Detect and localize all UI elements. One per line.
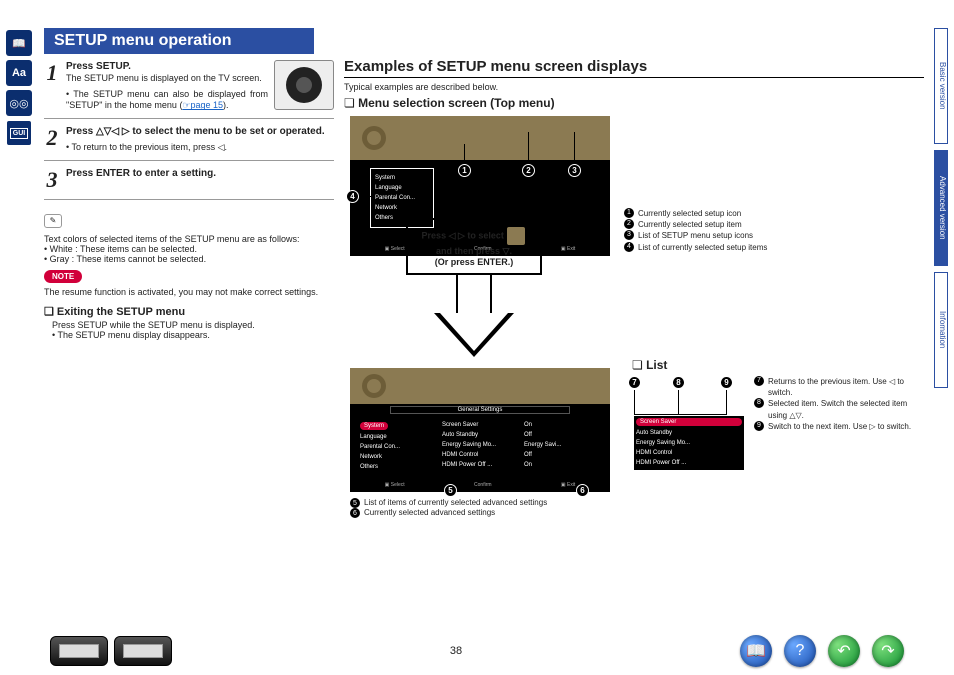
pencil-icon: ✎ [44, 214, 62, 228]
legend-4: List of currently selected setup items [638, 242, 767, 253]
note-badge: NOTE [44, 270, 82, 283]
marker-5: 5 [444, 484, 457, 497]
back-button[interactable]: ↶ [828, 635, 860, 667]
legend-num-2: 2 [624, 219, 634, 229]
legend-5: List of items of currently selected adva… [364, 498, 547, 508]
marker-1: 1 [458, 164, 471, 177]
arrow-line-2: and then press ▽. [436, 246, 512, 256]
general-settings-screenshot: General Settings System Language Parenta… [350, 368, 610, 518]
device-button-1[interactable] [50, 636, 108, 666]
step-1-head: Press SETUP. [66, 61, 131, 72]
legend-num-4: 4 [624, 242, 634, 252]
page-ref-link[interactable]: ☞page 15 [182, 100, 223, 110]
reel-icon[interactable]: ◎◎ [6, 90, 32, 116]
legend-8: Selected item. Switch the selected item … [768, 398, 924, 420]
step-1-number: 1 [44, 60, 60, 112]
book-button[interactable]: 📖 [740, 635, 772, 667]
step-2-bullet: To return to the previous item, press ◁. [72, 142, 228, 152]
tab-basic[interactable]: Basic version [934, 28, 948, 144]
list-heading: List [632, 358, 667, 372]
gear-square-icon [506, 226, 526, 246]
gear-icon [362, 374, 386, 398]
legend-num-1: 1 [624, 208, 634, 218]
left-icon-rail: 📖 Aa ◎◎ GUI [6, 30, 38, 146]
tab-advanced[interactable]: Advanced version [934, 150, 948, 266]
colors-note-intro: Text colors of selected items of the SET… [44, 234, 299, 244]
step-3-head: Press ENTER to enter a setting. [66, 168, 216, 179]
step-1-body: The SETUP menu is displayed on the TV sc… [66, 73, 262, 83]
marker-6: 6 [576, 484, 589, 497]
marker-2: 2 [522, 164, 535, 177]
gui-icon[interactable]: GUI [6, 120, 32, 146]
exiting-line-1: Press SETUP while the SETUP menu is disp… [52, 320, 255, 330]
menu-selection-heading: Menu selection screen (Top menu) [344, 96, 924, 110]
arrow-callout: Press ◁ ▷ to select and then press ▽. (O… [344, 218, 604, 359]
gear-icon [362, 126, 386, 150]
remote-illustration [274, 60, 334, 110]
col3: On Off Energy Savi... Off On [524, 420, 600, 472]
examples-heading: Examples of SETUP menu screen displays [344, 58, 924, 78]
colors-note-gray: • Gray : These items cannot be selected. [44, 254, 206, 264]
step-1-bullet-end: ). [223, 100, 229, 110]
marker-4: 4 [346, 190, 359, 203]
legend-2: Currently selected setup item [638, 219, 742, 230]
tab-information[interactable]: Infomation [934, 272, 948, 388]
examples-sub: Typical examples are described below. [344, 82, 924, 92]
page-number: 38 [450, 645, 462, 657]
col1: System Language Parental Con... Network … [360, 420, 436, 472]
step-2-number: 2 [44, 125, 60, 154]
divider [44, 199, 334, 200]
legend-7: Returns to the previous item. Use ◁ to s… [768, 376, 924, 398]
legend-1: Currently selected setup icon [638, 208, 741, 219]
legend-3: List of SETUP menu setup icons [638, 230, 753, 241]
exiting-line-2: • The SETUP menu display disappears. [52, 330, 210, 340]
colors-note-white: • White : These items can be selected. [44, 244, 197, 254]
device-button-2[interactable] [114, 636, 172, 666]
marker-3: 3 [568, 164, 581, 177]
legend-9: Switch to the next item. Use ▷ to switch… [768, 421, 911, 432]
marker-8: 8 [672, 376, 685, 389]
down-arrow-icon [434, 275, 514, 359]
step-3-number: 3 [44, 167, 60, 193]
marker-9: 9 [720, 376, 733, 389]
divider [44, 118, 334, 119]
legend-num-3: 3 [624, 230, 634, 240]
right-tab-bar: Basic version Advanced version Infomatio… [934, 28, 948, 388]
arrow-line-1: Press ◁ ▷ to select [422, 230, 504, 240]
general-settings-label: General Settings [390, 406, 570, 414]
arrow-line-3: (Or press ENTER.) [435, 257, 514, 267]
marker-7: 7 [628, 376, 641, 389]
col2: Screen Saver Auto Standby Energy Saving … [442, 420, 518, 472]
page-title: SETUP menu operation [44, 28, 314, 54]
step-1-bullet: The SETUP menu can also be displayed fro… [66, 89, 268, 111]
resume-text: The resume function is activated, you ma… [44, 287, 334, 297]
aa-icon[interactable]: Aa [6, 60, 32, 86]
divider [44, 160, 334, 161]
exiting-title: ❏ Exiting the SETUP menu [44, 305, 334, 318]
help-button[interactable]: ? [784, 635, 816, 667]
forward-button[interactable]: ↷ [872, 635, 904, 667]
step-2-head: Press △▽◁ ▷ to select the menu to be set… [66, 126, 325, 137]
footer: 38 📖 ? ↶ ↷ [0, 635, 954, 667]
list-box: Screen Saver Auto Standby Energy Saving … [634, 416, 744, 470]
legend-6: Currently selected advanced settings [364, 508, 495, 518]
book-icon[interactable]: 📖 [6, 30, 32, 56]
